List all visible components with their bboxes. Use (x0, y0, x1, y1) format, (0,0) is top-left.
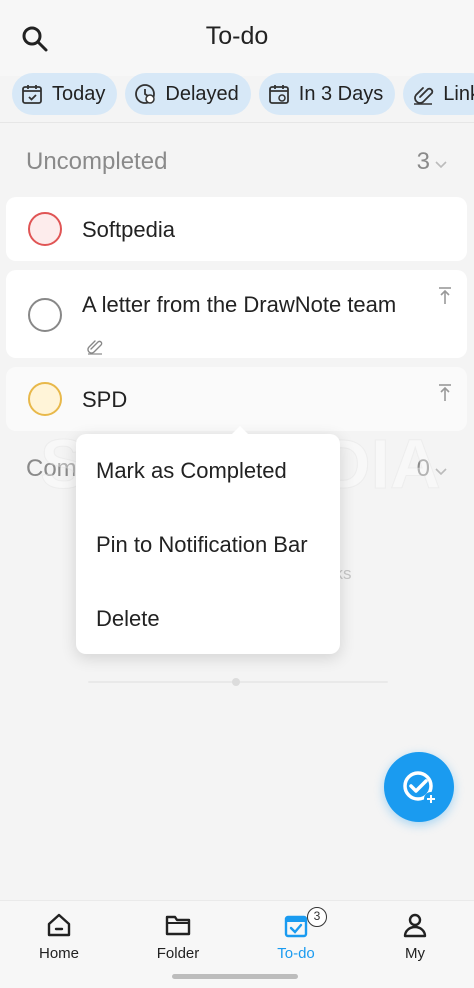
attachment-icon (87, 340, 103, 355)
page-title: To-do (205, 22, 269, 50)
uncompleted-section-header[interactable]: Uncompleted 3 (26, 148, 448, 182)
task-title: SPD (82, 387, 128, 412)
chip-label: In 3 Days (298, 82, 384, 105)
menu-item-mark-completed[interactable]: Mark as Completed (96, 458, 287, 484)
clock-alert-icon (135, 84, 156, 104)
todo-calendar-icon (284, 915, 308, 938)
nav-my[interactable]: My (370, 909, 460, 962)
top-bar: To-do (0, 0, 474, 76)
home-indicator (172, 974, 298, 979)
chip-link[interactable]: Link (403, 73, 474, 115)
chip-delayed[interactable]: Delayed (125, 73, 251, 115)
menu-item-delete[interactable]: Delete (96, 606, 160, 632)
task-checkbox[interactable] (28, 212, 62, 246)
menu-caret (230, 426, 250, 436)
nav-label: To-do (277, 945, 315, 962)
chevron-down-icon (435, 161, 447, 169)
calendar-icon (268, 85, 289, 104)
person-icon (403, 913, 427, 938)
task-item[interactable]: A letter from the DrawNote team (6, 270, 467, 358)
nav-folder[interactable]: Folder (133, 909, 223, 962)
nav-label: Folder (156, 945, 200, 962)
task-title: A letter from the DrawNote team (82, 292, 397, 317)
folder-icon (165, 915, 191, 936)
chip-today[interactable]: Today (12, 73, 118, 115)
divider (0, 122, 474, 123)
task-title: Softpedia (82, 217, 175, 242)
link-icon (414, 87, 434, 105)
pin-to-top-icon[interactable] (437, 286, 453, 306)
section-count: 3 (416, 148, 430, 175)
filter-chip-bar: Today Delayed In 3 Days Link (12, 73, 474, 115)
calendar-check-icon (22, 85, 42, 104)
home-icon (47, 913, 71, 937)
nav-todo[interactable]: 3 To-do (251, 907, 341, 962)
context-menu: Mark as Completed Pin to Notification Ba… (76, 426, 340, 654)
nav-label: Home (38, 945, 79, 962)
section-label: Uncompleted (26, 148, 168, 175)
task-checkbox[interactable] (28, 298, 62, 332)
menu-item-pin-notification[interactable]: Pin to Notification Bar (96, 532, 308, 558)
task-checkbox[interactable] (28, 382, 62, 416)
chip-label: Delayed (165, 82, 239, 105)
nav-home[interactable]: Home (14, 909, 104, 962)
scroll-dot (232, 678, 240, 686)
chip-label: Today (52, 82, 106, 105)
nav-label: My (405, 945, 425, 962)
todo-count-badge: 3 (307, 907, 327, 927)
chip-label: Link (443, 82, 474, 105)
add-task-button[interactable] (384, 752, 454, 822)
pin-to-top-icon[interactable] (437, 383, 453, 403)
add-check-icon (403, 771, 438, 806)
task-item[interactable]: Softpedia (6, 197, 467, 261)
chip-in-3-days[interactable]: In 3 Days (258, 73, 396, 115)
